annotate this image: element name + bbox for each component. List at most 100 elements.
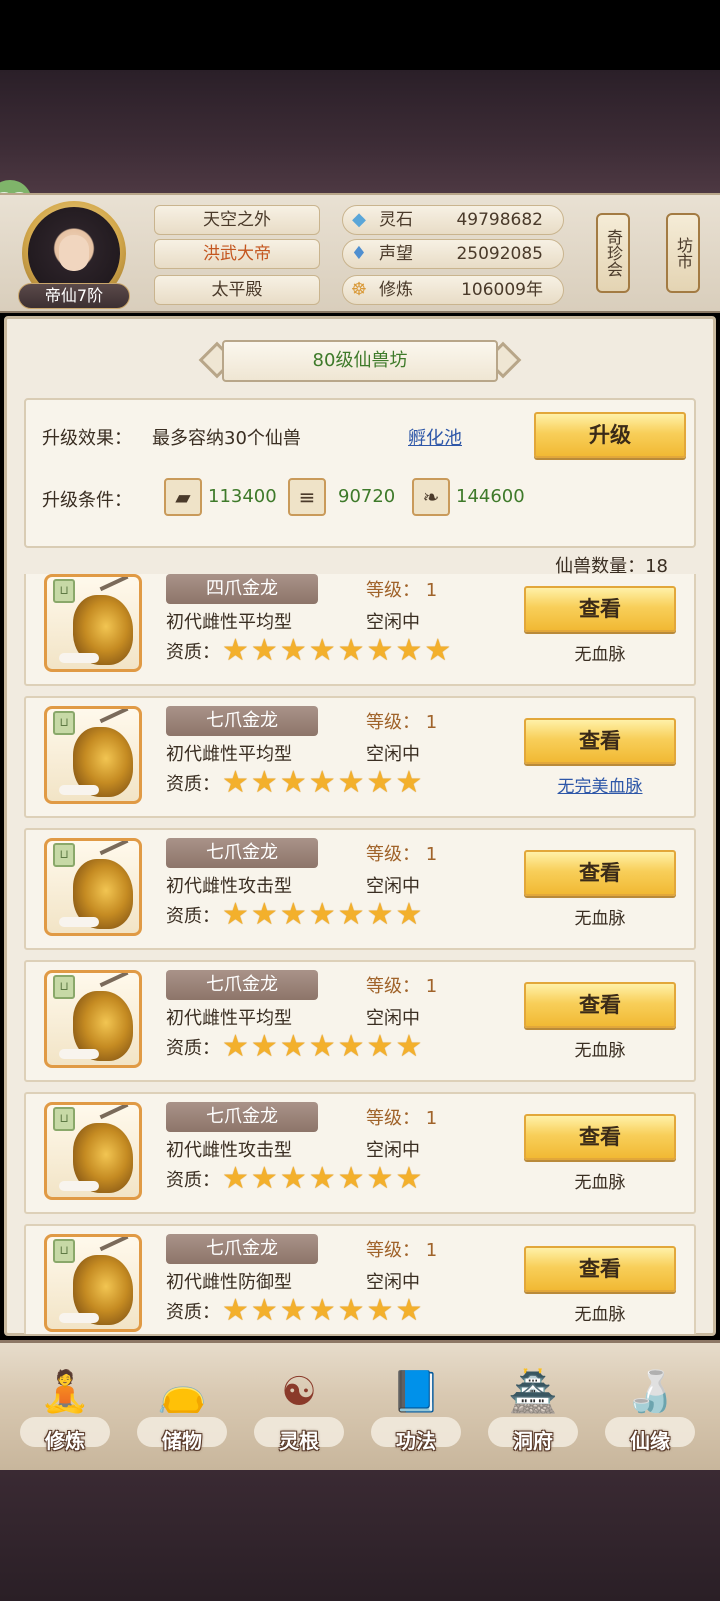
- quality-label: 资质：: [166, 1302, 220, 1323]
- nav-meditation[interactable]: 🧘 修炼: [10, 1357, 120, 1467]
- star-icon: ★: [366, 1293, 394, 1328]
- nav-cave-mansion[interactable]: 🏯 洞府: [478, 1357, 588, 1467]
- quality-label: 资质：: [166, 642, 220, 663]
- star-icon: ★: [424, 633, 452, 668]
- book-icon: 📘: [391, 1369, 441, 1415]
- nav-spirit-root[interactable]: ☯ 灵根: [244, 1357, 354, 1467]
- star-icon: ★: [308, 1293, 336, 1328]
- resource-value: 90720: [338, 486, 396, 507]
- view-button[interactable]: 查看: [524, 850, 676, 896]
- star-icon: ★: [366, 1029, 394, 1064]
- panel-title-text: 80级仙兽坊: [222, 340, 498, 382]
- golden-dragon-icon[interactable]: ⊔: [44, 1234, 142, 1332]
- stat-label: 灵石: [379, 210, 413, 230]
- scroll-icon[interactable]: ≡: [288, 478, 326, 516]
- view-button[interactable]: 查看: [524, 982, 676, 1028]
- title-plate-1[interactable]: 天空之外: [154, 205, 320, 235]
- dragon-horn: [99, 973, 129, 988]
- beast-status: 空闲中: [366, 876, 420, 897]
- lock-icon: ⊔: [53, 1239, 75, 1263]
- beast-type: 初代雌性攻击型: [166, 1140, 292, 1161]
- nav-book[interactable]: 📘 功法: [361, 1357, 471, 1467]
- star-icon: ★: [250, 1029, 278, 1064]
- stat-value: 49798682: [456, 210, 543, 230]
- beast-card: ⊔ 七爪金龙 等级： 1 初代雌性防御型 空闲中 资质： ★ ★ ★ ★ ★ ★ ★ 查看 无血脉: [24, 1224, 696, 1334]
- nav-bag[interactable]: 👝 储物: [127, 1357, 237, 1467]
- dragon-horn: [99, 1237, 129, 1252]
- dragon-whisker: [59, 785, 99, 795]
- beast-card: ⊔ 四爪金龙 等级： 1 初代雌性平均型 空闲中 资质： ★ ★ ★ ★ ★ ★ ★ ★ 查看 无血脉: [24, 574, 696, 686]
- dragon-whisker: [59, 1049, 99, 1059]
- hatch-pool-link[interactable]: 孵化池: [408, 424, 462, 450]
- ore-icon[interactable]: ▰: [164, 478, 202, 516]
- dragon-whisker: [59, 1313, 99, 1323]
- treasure-auction-button[interactable]: 奇珍会: [596, 213, 630, 293]
- golden-dragon-icon[interactable]: ⊔: [44, 706, 142, 804]
- star-icon: ★: [337, 1293, 365, 1328]
- level-label: 等级：: [366, 844, 420, 865]
- beast-level: 等级： 1: [366, 1236, 437, 1262]
- star-icon: ★: [366, 897, 394, 932]
- star-icon: ★: [337, 1161, 365, 1196]
- level-value: 1: [425, 976, 438, 997]
- star-icon: ★: [395, 1161, 423, 1196]
- beast-status: 空闲中: [366, 1140, 420, 1161]
- bag-icon: 👝: [157, 1369, 207, 1415]
- view-button[interactable]: 查看: [524, 1246, 676, 1292]
- upgrade-button[interactable]: 升级: [534, 412, 686, 458]
- bloodline-status: 无血脉: [574, 645, 626, 665]
- quality-stars: ★ ★ ★ ★ ★ ★ ★: [222, 900, 422, 930]
- stat-value: 25092085: [456, 244, 543, 264]
- level-value: 1: [425, 844, 438, 865]
- golden-dragon-icon[interactable]: ⊔: [44, 574, 142, 672]
- view-button[interactable]: 查看: [524, 1114, 676, 1160]
- beast-name: 七爪金龙: [166, 1234, 318, 1264]
- star-icon: ★: [337, 765, 365, 800]
- title-plate-3[interactable]: 太平殿: [154, 275, 320, 305]
- star-icon: ★: [279, 633, 307, 668]
- star-icon: ★: [222, 765, 249, 800]
- dragon-horn: [99, 1105, 129, 1120]
- bloodline-status[interactable]: 无完美血脉: [524, 772, 676, 797]
- star-icon: ★: [279, 765, 307, 800]
- beast-card: ⊔ 七爪金龙 等级： 1 初代雌性平均型 空闲中 资质： ★ ★ ★ ★ ★ ★ ★ 查看 无完美血脉: [24, 696, 696, 818]
- golden-dragon-icon[interactable]: ⊔: [44, 1102, 142, 1200]
- nav-label: 洞府: [513, 1429, 553, 1453]
- beast-type: 初代雌性攻击型: [166, 876, 292, 897]
- star-icon: ★: [279, 1161, 307, 1196]
- title-plate-2[interactable]: 洪武大帝: [154, 239, 320, 269]
- level-value: 1: [425, 580, 438, 601]
- view-button[interactable]: 查看: [524, 718, 676, 764]
- beast-type: 初代雌性平均型: [166, 744, 292, 765]
- beast-level: 等级： 1: [366, 708, 437, 734]
- golden-dragon-icon[interactable]: ⊔: [44, 838, 142, 936]
- beast-list[interactable]: ⊔ 四爪金龙 等级： 1 初代雌性平均型 空闲中 资质： ★ ★ ★ ★ ★ ★ ★ ★ 查看 无血脉 ⊔ 七爪金…: [24, 574, 696, 1334]
- nav-gourd[interactable]: 🍶 仙缘: [595, 1357, 705, 1467]
- stat-value: 106009年: [461, 280, 543, 300]
- lock-icon: ⊔: [53, 1107, 75, 1131]
- bloodline-status: 无血脉: [574, 1305, 626, 1325]
- star-icon: ★: [395, 897, 423, 932]
- stat-label: 修炼: [379, 280, 413, 300]
- beast-level: 等级： 1: [366, 840, 437, 866]
- nav-label: 仙缘: [630, 1429, 670, 1453]
- market-button[interactable]: 坊市: [666, 213, 700, 293]
- quality-stars: ★ ★ ★ ★ ★ ★ ★: [222, 1296, 422, 1326]
- star-icon: ★: [279, 1293, 307, 1328]
- star-icon: ★: [250, 765, 278, 800]
- beast-type: 初代雌性平均型: [166, 612, 292, 633]
- herb-icon[interactable]: ❧: [412, 478, 450, 516]
- upgrade-condition-label: 升级条件：: [42, 490, 132, 511]
- star-icon: ★: [308, 897, 336, 932]
- level-label: 等级：: [366, 712, 420, 733]
- bottom-nav: 🧘 修炼 👝 储物 ☯ 灵根 📘 功法 🏯 洞府 🍶 仙缘: [0, 1340, 720, 1470]
- level-value: 1: [425, 1108, 438, 1129]
- star-icon: ★: [337, 897, 365, 932]
- beast-status: 空闲中: [366, 1008, 420, 1029]
- golden-dragon-icon[interactable]: ⊔: [44, 970, 142, 1068]
- star-icon: ★: [250, 1161, 278, 1196]
- view-button[interactable]: 查看: [524, 586, 676, 632]
- upgrade-effect-label: 升级效果：: [42, 428, 132, 449]
- beast-level: 等级： 1: [366, 1104, 437, 1130]
- beast-name: 七爪金龙: [166, 970, 318, 1000]
